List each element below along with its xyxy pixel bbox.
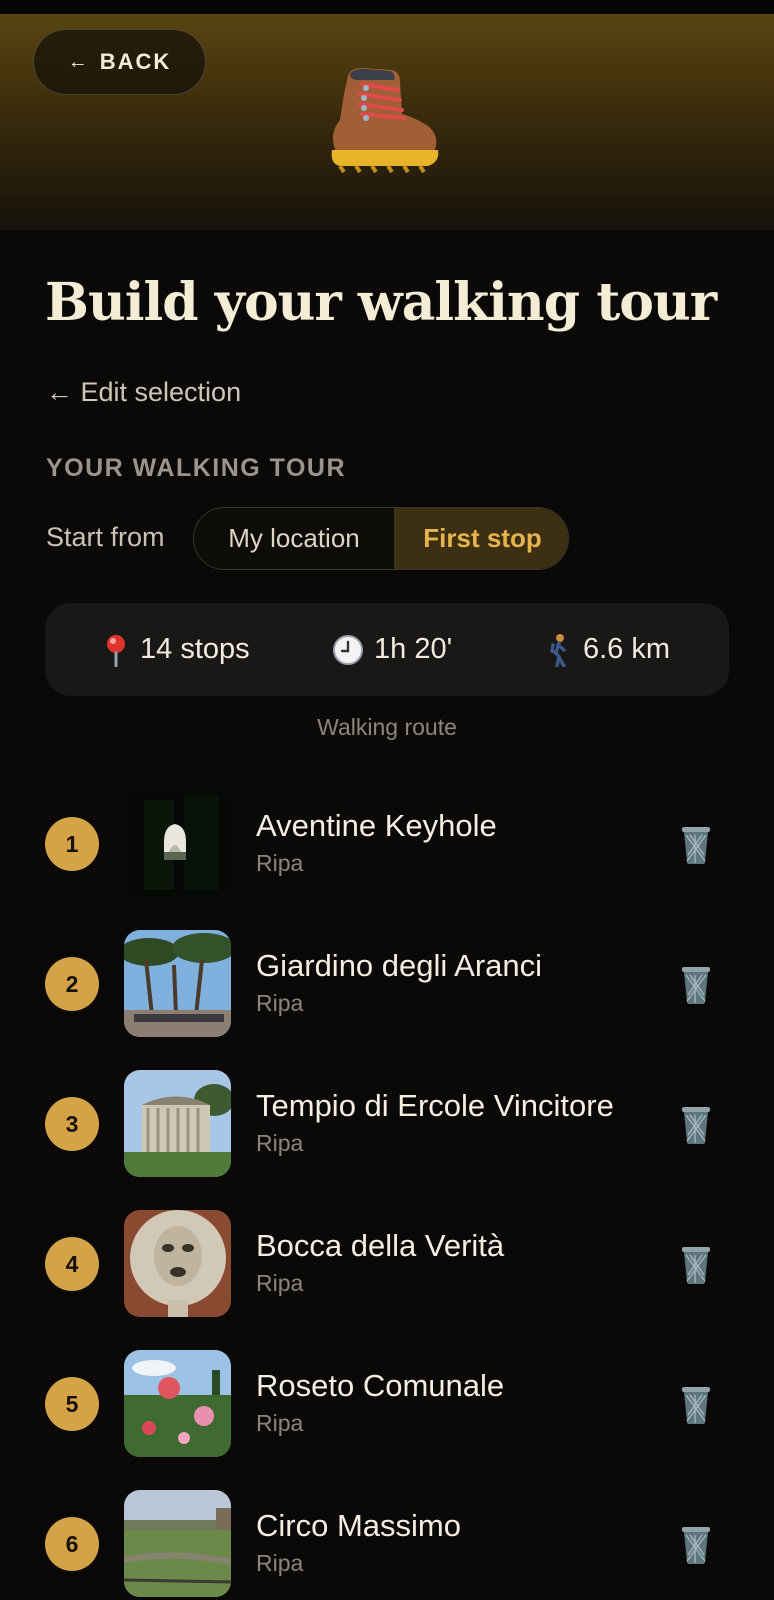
stop-area: Ripa <box>256 1550 304 1576</box>
trash-icon[interactable] <box>677 1103 715 1145</box>
trash-icon[interactable] <box>677 1383 715 1425</box>
hiking-boot-icon <box>331 68 439 174</box>
stop-area: Ripa <box>256 1410 304 1436</box>
stop-name: Tempio di Ercole Vincitore <box>256 1088 614 1123</box>
stop-name: Bocca della Verità <box>256 1228 505 1263</box>
stat-distance: 6.6 km <box>545 603 670 696</box>
stop-number-badge: 6 <box>45 1517 99 1571</box>
back-arrow-icon: ← <box>67 50 88 73</box>
stop-thumbnail <box>124 930 231 1037</box>
stop-name: Circo Massimo <box>256 1508 461 1543</box>
edit-selection-link[interactable]: ← Edit selection <box>46 377 241 408</box>
option-my-location[interactable]: My location <box>194 508 394 569</box>
stop-name: Giardino degli Aranci <box>256 948 543 983</box>
stops-count: 14 stops <box>140 633 250 665</box>
start-from-toggle: My location First stop <box>193 507 569 570</box>
section-heading: YOUR WALKING TOUR <box>46 454 347 482</box>
tour-stop-item[interactable]: 3 Tempio di Ercole Vincitore Ripa <box>0 1070 774 1178</box>
page-title: Build your walking tour <box>45 272 717 333</box>
pin-icon <box>107 634 125 667</box>
stop-number-badge: 4 <box>45 1237 99 1291</box>
start-from-label: Start from <box>46 522 165 552</box>
stop-thumbnail <box>124 790 231 897</box>
tour-stop-item[interactable]: 1 Aventine Keyhole Ripa <box>0 790 774 898</box>
back-button[interactable]: ← BACK <box>33 29 206 95</box>
stop-name: Aventine Keyhole <box>256 808 497 843</box>
duration-value: 1h 20' <box>374 633 453 665</box>
trash-icon[interactable] <box>677 963 715 1005</box>
stop-number-badge: 1 <box>45 817 99 871</box>
status-bar <box>0 0 774 14</box>
stat-stops: 14 stops <box>102 603 250 696</box>
tour-stats-card: 14 stops 1h 20' 6.6 km <box>45 603 729 696</box>
stop-number-badge: 5 <box>45 1377 99 1431</box>
clock-icon <box>333 634 363 665</box>
stop-number-badge: 2 <box>45 957 99 1011</box>
stop-area: Ripa <box>256 850 304 876</box>
hero-banner: ← BACK <box>0 14 774 230</box>
walking-route-caption: Walking route <box>317 714 457 740</box>
distance-value: 6.6 km <box>583 633 671 665</box>
stop-thumbnail <box>124 1070 231 1177</box>
stop-number-badge: 3 <box>45 1097 99 1151</box>
stop-area: Ripa <box>256 1130 304 1156</box>
stop-thumbnail <box>124 1490 231 1597</box>
option-first-stop[interactable]: First stop <box>394 508 568 569</box>
stop-name: Roseto Comunale <box>256 1368 505 1403</box>
tour-stop-item[interactable]: 5 Roseto Comunale Ripa <box>0 1350 774 1458</box>
walker-icon <box>550 633 566 667</box>
back-button-label: BACK <box>99 49 172 74</box>
trash-icon[interactable] <box>677 1523 715 1565</box>
trash-icon[interactable] <box>677 1243 715 1285</box>
stop-area: Ripa <box>256 1270 304 1296</box>
tour-stop-item[interactable]: 2 Giardino degli Aranci Ripa <box>0 930 774 1038</box>
stop-area: Ripa <box>256 990 304 1016</box>
trash-icon[interactable] <box>677 823 715 865</box>
stop-thumbnail <box>124 1350 231 1457</box>
stat-duration: 1h 20' <box>332 603 452 696</box>
stop-thumbnail <box>124 1210 231 1317</box>
tour-stop-item[interactable]: 6 Circo Massimo Ripa <box>0 1490 774 1598</box>
tour-stop-item[interactable]: 4 Bocca della Verità Ripa <box>0 1210 774 1318</box>
